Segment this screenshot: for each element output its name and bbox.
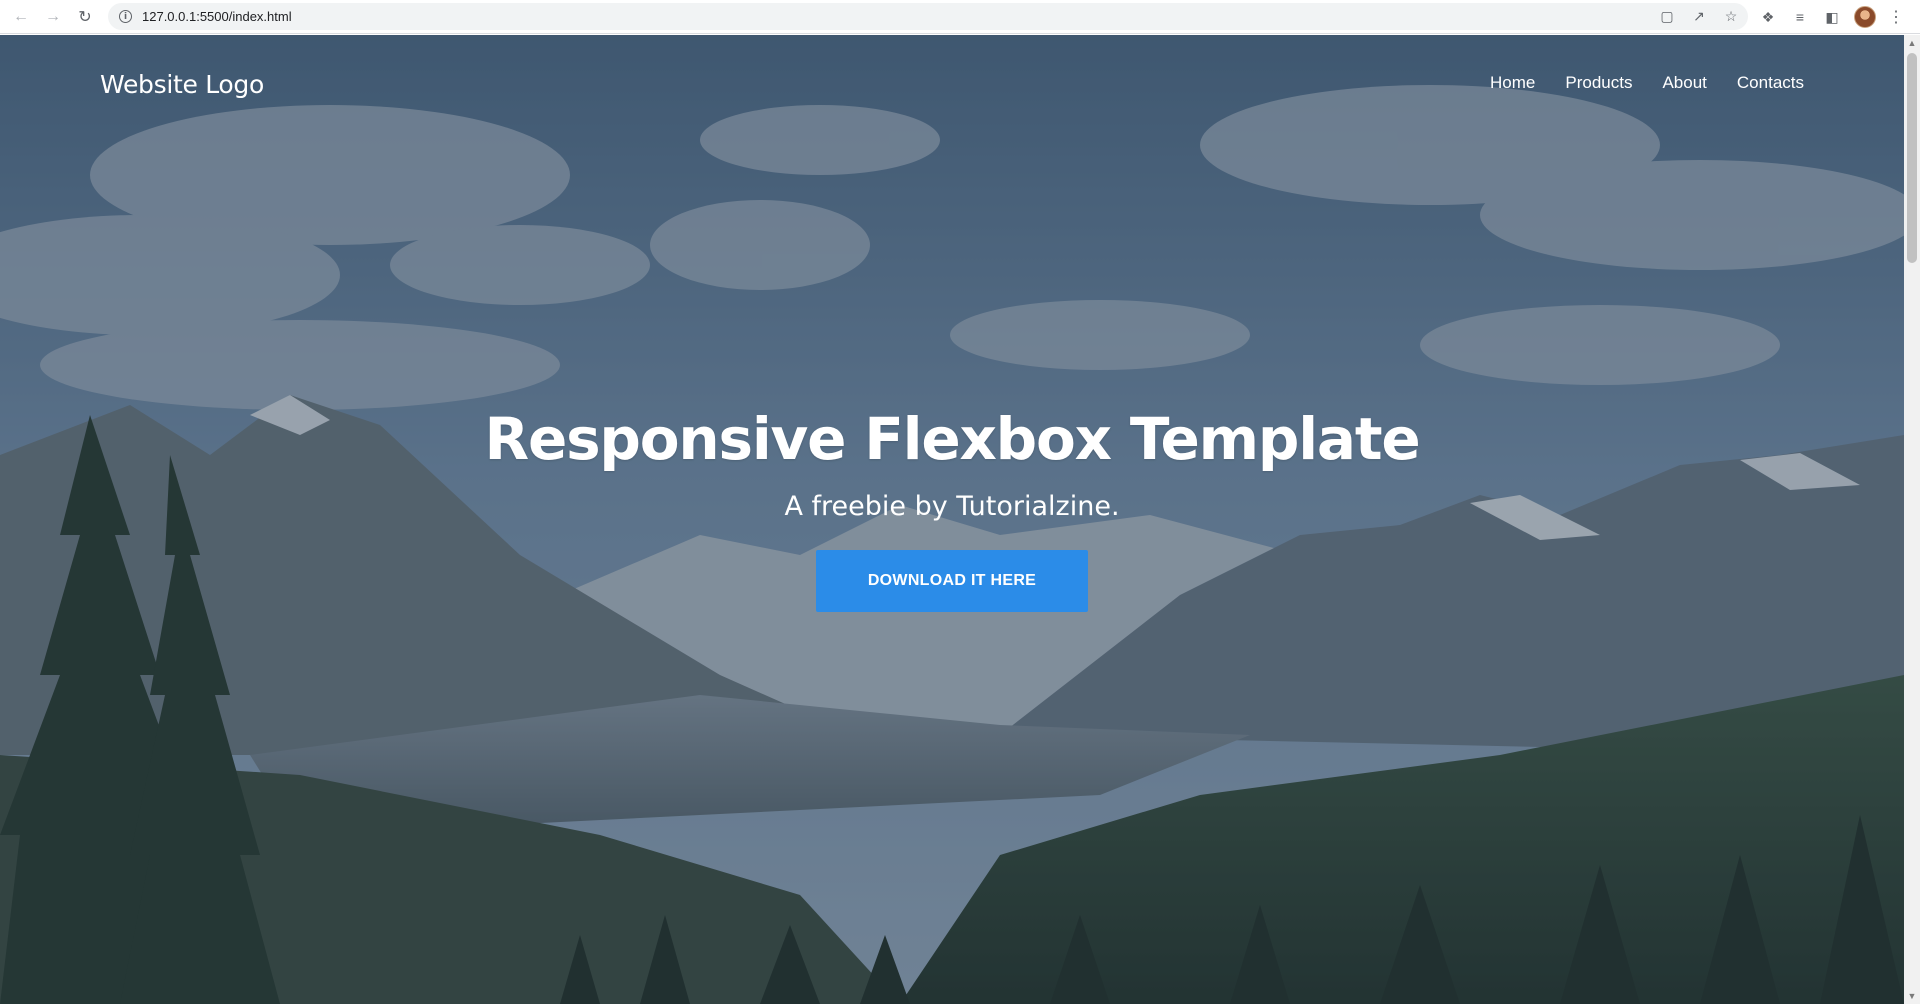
main-navigation: Home Products About Contacts <box>1490 73 1804 93</box>
puzzle-icon[interactable]: ❖ <box>1758 9 1778 26</box>
nav-link-home[interactable]: Home <box>1490 73 1535 93</box>
hero-content: Responsive Flexbox Template A freebie by… <box>0 405 1904 612</box>
kebab-menu-icon[interactable]: ⋮ <box>1888 7 1904 27</box>
omnibox-actions: ▢ ↗ ☆ <box>1658 3 1740 30</box>
nav-link-contacts[interactable]: Contacts <box>1737 73 1804 93</box>
nav-link-about[interactable]: About <box>1662 73 1706 93</box>
share-icon[interactable]: ↗ <box>1690 8 1708 25</box>
hero-subtitle: A freebie by Tutorialzine. <box>784 491 1120 522</box>
reload-icon[interactable]: ↻ <box>74 6 96 28</box>
scroll-down-arrow-icon[interactable]: ▼ <box>1904 988 1920 1004</box>
back-arrow-icon[interactable]: ← <box>10 6 32 28</box>
scroll-up-arrow-icon[interactable]: ▲ <box>1904 35 1920 51</box>
hero-title: Responsive Flexbox Template <box>484 405 1421 473</box>
media-queue-icon[interactable]: ≡ <box>1790 9 1810 25</box>
star-icon[interactable]: ☆ <box>1722 8 1740 25</box>
download-button[interactable]: DOWNLOAD IT HERE <box>816 550 1088 612</box>
vertical-scrollbar[interactable]: ▲ ▼ <box>1904 35 1920 1004</box>
address-bar[interactable]: i 127.0.0.1:5500/index.html ▢ ↗ ☆ <box>108 3 1748 30</box>
website-logo[interactable]: Website Logo <box>100 70 264 99</box>
hero-section: Website Logo Home Products About Contact… <box>0 35 1904 1004</box>
site-info-icon[interactable]: i <box>119 10 132 23</box>
page-viewport: Website Logo Home Products About Contact… <box>0 35 1904 1004</box>
scrollbar-thumb[interactable] <box>1907 53 1917 263</box>
url-text[interactable]: 127.0.0.1:5500/index.html <box>142 9 292 24</box>
extension-area: ❖ ≡ ◧ ⋮ <box>1758 0 1904 34</box>
nav-link-products[interactable]: Products <box>1565 73 1632 93</box>
browser-toolbar: ← → ↻ i 127.0.0.1:5500/index.html ▢ ↗ ☆ … <box>0 0 1920 34</box>
side-panel-icon[interactable]: ◧ <box>1822 9 1842 26</box>
profile-avatar[interactable] <box>1854 6 1876 28</box>
site-header: Website Logo Home Products About Contact… <box>0 35 1904 135</box>
translate-icon[interactable]: ▢ <box>1658 8 1676 25</box>
forward-arrow-icon[interactable]: → <box>42 6 64 28</box>
